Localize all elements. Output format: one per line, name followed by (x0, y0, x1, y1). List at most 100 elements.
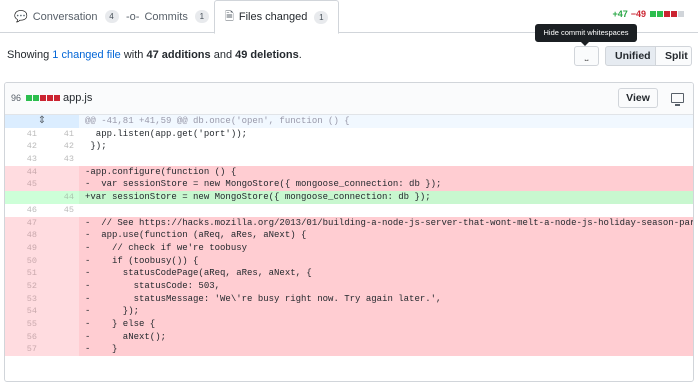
diff-line-ctx[interactable]: 41 41 app.listen(app.get('port')); (5, 127, 693, 141)
diff-line-ctx[interactable]: 43 43 (5, 153, 693, 166)
diff-line-del[interactable]: 50 - if (toobusy()) { (5, 254, 693, 268)
diff-line-del[interactable]: 44 -app.configure(function () { (5, 165, 693, 179)
old-line-number[interactable]: 47 (5, 216, 42, 230)
diffstat-bar (649, 9, 684, 19)
new-line-number[interactable] (42, 165, 79, 179)
old-line-number[interactable]: 49 (5, 241, 42, 255)
old-line-number[interactable]: 46 (5, 203, 42, 217)
line-code: - if (toobusy()) { (79, 254, 693, 268)
old-line-number[interactable]: 56 (5, 330, 42, 344)
new-line-number[interactable]: 42 (42, 140, 79, 154)
old-line-number[interactable]: 42 (5, 140, 42, 154)
line-code: - } else { (79, 318, 693, 331)
old-line-number[interactable]: 44 (5, 165, 42, 179)
tab-count: 4 (104, 10, 119, 23)
new-line-number[interactable] (42, 343, 79, 357)
new-line-number[interactable] (42, 292, 79, 306)
new-line-number[interactable] (42, 330, 79, 344)
summary-prefix: Showing (7, 49, 50, 61)
summary-with: with (123, 49, 144, 61)
new-line-number[interactable] (42, 267, 79, 280)
summary-suffix: . (298, 49, 302, 61)
diff-line-del[interactable]: 54 - }); (5, 305, 693, 318)
old-line-number[interactable]: 43 (5, 153, 42, 166)
line-code: - } (79, 343, 693, 357)
tab-files-changed[interactable]: 🗎 Files changed 1 (214, 0, 340, 34)
changed-files-link[interactable]: changed file (61, 49, 120, 61)
diff-line-del[interactable]: 52 - statusCode: 503, (5, 279, 693, 293)
new-line-number[interactable] (42, 241, 79, 255)
new-line-number[interactable] (42, 254, 79, 268)
old-line-number[interactable]: 45 (5, 178, 42, 192)
tab-count: 1 (314, 10, 329, 24)
new-line-number[interactable] (42, 318, 79, 331)
split-view-button[interactable]: Split (656, 46, 692, 66)
diff-line-del[interactable]: 56 - aNext(); (5, 330, 693, 344)
tab-label: Files changed (238, 11, 308, 23)
diff-line-del[interactable]: 45 - var sessionStore = new MongoStore({ … (5, 178, 693, 192)
old-line-number[interactable]: 52 (5, 279, 42, 293)
old-line-number[interactable] (5, 191, 42, 204)
tab-commits[interactable]: -o- Commits 1 (126, 0, 209, 33)
line-code: +var sessionStore = new MongoStore({ mon… (79, 191, 693, 204)
line-code: - app.use(function (aReq, aRes, aNext) { (79, 229, 693, 242)
change-number: 96 (11, 93, 22, 103)
new-line-number[interactable]: 41 (42, 127, 79, 141)
file-diff-icon: 🗎 (225, 10, 234, 23)
old-line-number[interactable]: 55 (5, 318, 42, 331)
additions-count: +47 (612, 9, 628, 19)
diff-view-toggle: Unified Split (605, 46, 692, 66)
line-code: - }); (79, 305, 693, 318)
conversation-icon: 💬 (14, 11, 28, 23)
old-line-number[interactable]: 48 (5, 229, 42, 242)
line-code: - statusCode: 503, (79, 279, 693, 293)
diff-line-del[interactable]: 53 - statusMessage: 'We\'re busy right no… (5, 292, 693, 306)
old-line-number[interactable]: 57 (5, 343, 42, 357)
whitespace-tooltip: Hide commit whitespaces (535, 24, 637, 46)
diff-line-add[interactable]: 44 +var sessionStore = new MongoStore({ m… (5, 191, 693, 204)
diff-summary: Showing 1 changed file with 47 additions… (7, 49, 302, 61)
expand-lines-icon[interactable]: ⇕ (5, 115, 79, 128)
file-diffstat-bar (25, 93, 61, 103)
file-name[interactable]: app.js (63, 92, 92, 104)
diff-line-del[interactable]: 55 - } else { (5, 318, 693, 331)
old-line-number[interactable]: 41 (5, 127, 42, 141)
diff-table: ⇕ @@ -41,81 +41,59 @@ db.once('open', fu… (5, 115, 693, 357)
new-line-number[interactable]: 45 (42, 203, 79, 217)
deletions-count: −49 (630, 9, 646, 19)
new-line-number[interactable] (42, 216, 79, 230)
new-line-number[interactable] (42, 178, 79, 192)
diff-line-ctx[interactable]: 42 42 }); (5, 140, 693, 154)
desktop-icon[interactable] (671, 93, 684, 106)
new-line-number[interactable] (42, 229, 79, 242)
line-code: - statusCodePage(aReq, aRes, aNext, { (79, 267, 693, 280)
file-header: 96 app.js View (5, 83, 693, 115)
diff-line-del[interactable]: 49 - // check if we're toobusy (5, 241, 693, 255)
diff-line-ctx[interactable]: 46 45 (5, 203, 693, 217)
diff-line-del[interactable]: 47 - // See https://hacks.mozilla.org/201… (5, 216, 693, 230)
hide-whitespace-button[interactable]: ⎵ (574, 46, 599, 66)
old-line-number[interactable]: 51 (5, 267, 42, 280)
new-line-number[interactable] (42, 305, 79, 318)
new-line-number[interactable]: 44 (42, 191, 79, 204)
unified-view-button[interactable]: Unified (605, 46, 656, 66)
view-file-button[interactable]: View (618, 88, 658, 108)
diff-line-del[interactable]: 51 - statusCodePage(aReq, aRes, aNext, { (5, 267, 693, 280)
diff-line-del[interactable]: 48 - app.use(function (aReq, aRes, aNext)… (5, 229, 693, 242)
summary-deletions: 49 deletions (235, 49, 299, 61)
summary-additions: 47 additions (146, 49, 211, 61)
tab-conversation[interactable]: 💬 Conversation 4 (14, 0, 119, 33)
diff-line-del[interactable]: 57 - } (5, 343, 693, 357)
old-line-number[interactable]: 50 (5, 254, 42, 268)
summary-count[interactable]: 1 (52, 49, 58, 61)
line-code: app.listen(app.get('port')); (85, 128, 248, 139)
old-line-number[interactable]: 54 (5, 305, 42, 318)
old-line-number[interactable]: 53 (5, 292, 42, 306)
new-line-number[interactable]: 43 (42, 153, 79, 166)
line-code: - var sessionStore = new MongoStore({ mo… (79, 178, 693, 192)
line-code: }); (85, 141, 107, 152)
new-line-number[interactable] (42, 279, 79, 293)
line-code: - aNext(); (79, 330, 693, 344)
line-code (79, 204, 693, 217)
file-change-count: 96 (11, 93, 61, 103)
